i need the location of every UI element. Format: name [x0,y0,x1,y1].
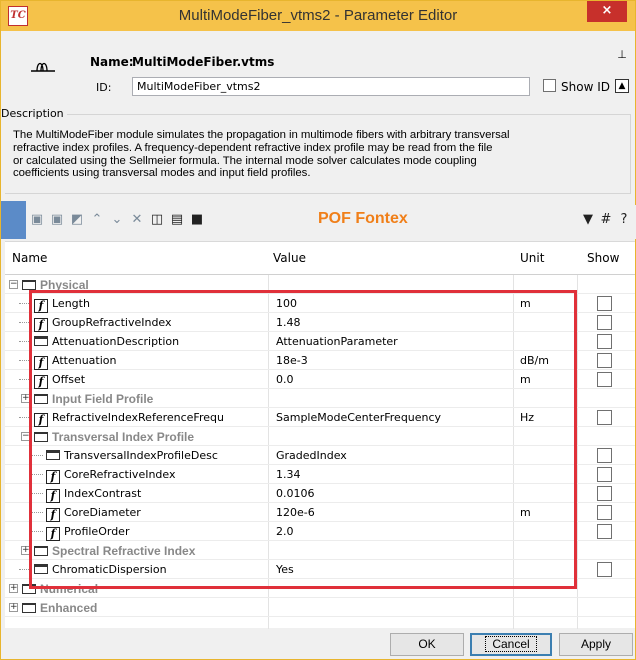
show-checkbox[interactable] [597,448,612,463]
save-icon[interactable]: ■ [189,212,205,228]
name-label: Name: [90,55,134,69]
cancel-button[interactable]: Cancel [470,633,552,656]
down-icon[interactable]: ⌄ [109,212,125,228]
title-bar[interactable]: TC MultiModeFiber_vtms2 - Parameter Edit… [1,1,635,31]
module-name: MultiModeFiber.vtms [132,55,275,69]
show-checkbox[interactable] [597,315,612,330]
tree-group-row[interactable]: + Enhanced [5,598,635,617]
description-text: The MultiModeFiber module simulates the … [13,129,625,180]
folder-icon [22,280,36,290]
show-checkbox[interactable] [597,410,612,425]
column-header-value[interactable]: Value [273,251,306,265]
grid-header: Name Value Unit Show [5,242,635,275]
column-header-show[interactable]: Show [587,251,619,265]
ok-button[interactable]: OK [390,633,464,656]
description-line: coefficients using transversal modes and… [13,167,311,180]
import-icon[interactable]: ◫ [149,212,165,228]
show-checkbox[interactable] [597,486,612,501]
description-legend: Description [1,107,67,120]
id-input[interactable]: MultiModeFiber_vtms2 [132,77,530,96]
show-checkbox[interactable] [597,353,612,368]
description-line: or calculated using the Sellmeier formul… [13,154,477,167]
collapse-header-icon[interactable]: ▲ [615,79,629,93]
fiber-module-icon [31,62,55,72]
up-icon[interactable]: ⌃ [89,212,105,228]
description-line: refractive index profiles. A frequency-d… [13,141,493,154]
show-checkbox[interactable] [597,467,612,482]
show-id-label: Show ID [561,80,610,94]
delete-icon[interactable]: ✕ [129,212,145,228]
id-label: ID: [96,81,112,94]
parameter-label: Enhanced [40,601,98,615]
highlight-box [29,290,577,589]
help-icon[interactable]: ? [616,212,632,228]
column-header-unit[interactable]: Unit [520,251,544,265]
show-checkbox[interactable] [597,562,612,577]
description-line: The MultiModeFiber module simulates the … [13,129,510,141]
folder-icon [22,603,36,613]
show-checkbox[interactable] [597,296,612,311]
cancel-label: Cancel [485,636,537,652]
apply-button[interactable]: Apply [559,633,633,656]
show-checkbox[interactable] [597,524,612,539]
filter-icon[interactable]: ▼ [580,212,596,228]
sidebar-stripe [1,201,26,239]
toolbar: ▣ ▣ ◩ ⌃ ⌄ ✕ ◫ ▤ ■ POF Fontex ▼ # ? [26,205,636,239]
column-header-name[interactable]: Name [12,251,47,265]
module-header: Name: MultiModeFiber.vtms ID: MultiModeF… [1,31,635,101]
show-checkbox[interactable] [597,334,612,349]
collapse-icon[interactable]: − [9,280,18,289]
component-title: POF Fontex [318,210,408,227]
window-title: MultiModeFiber_vtms2 - Parameter Editor [178,7,458,24]
grid-icon[interactable]: # [598,212,614,228]
show-id-checkbox[interactable] [543,79,556,92]
add-child-icon[interactable]: ▣ [49,212,65,228]
add-icon[interactable]: ▣ [29,212,45,228]
export-icon[interactable]: ▤ [169,212,185,228]
copy-icon[interactable]: ◩ [69,212,85,228]
close-button[interactable]: × [587,1,627,22]
parameter-editor-window: TC MultiModeFiber_vtms2 - Parameter Edit… [0,0,636,660]
expand-icon[interactable]: + [9,584,18,593]
show-checkbox[interactable] [597,372,612,387]
parameter-name: Enhanced [22,601,263,615]
expand-icon[interactable]: + [9,603,18,612]
show-checkbox[interactable] [597,505,612,520]
pin-icon[interactable]: ⊥ [615,48,629,62]
